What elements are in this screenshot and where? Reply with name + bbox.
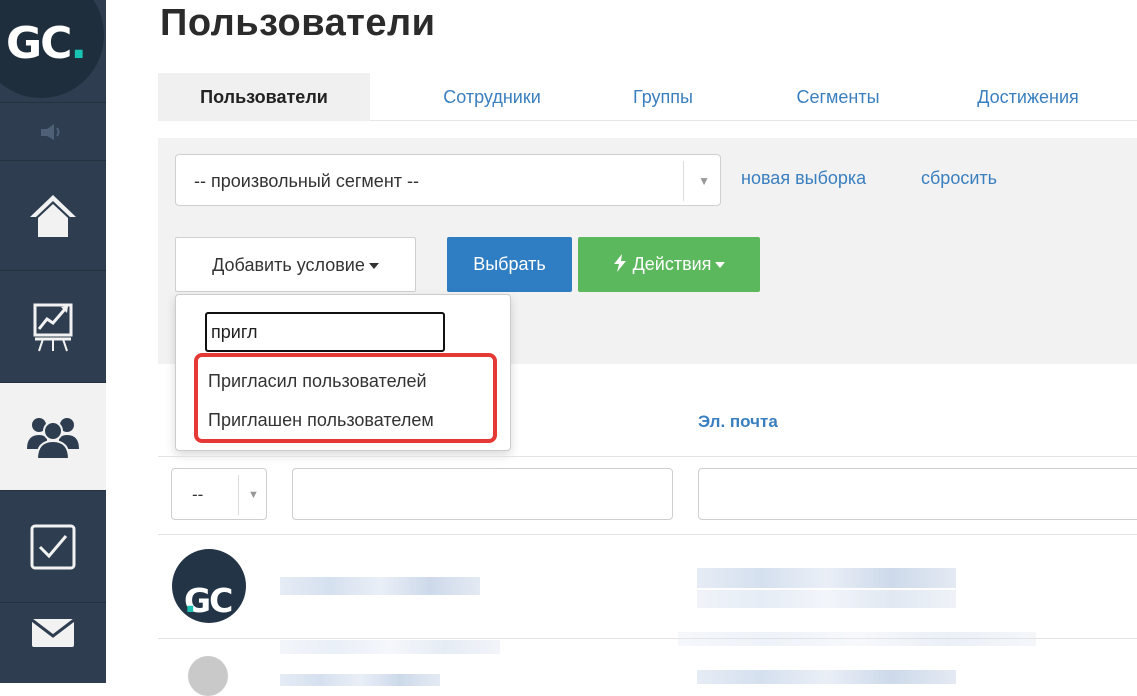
select-divider <box>238 475 239 515</box>
filter-select[interactable]: -- ▼ <box>171 468 267 520</box>
condition-search-input[interactable] <box>205 312 445 352</box>
option-invited-by-user[interactable]: Приглашен пользователем <box>208 410 434 431</box>
name-filter-input[interactable] <box>292 468 673 520</box>
caret-down-icon <box>715 262 726 269</box>
avatar: GC. <box>172 549 246 623</box>
segment-select[interactable]: -- произвольный сегмент -- ▼ <box>175 154 721 206</box>
checkbox-icon <box>30 524 76 569</box>
add-condition-button[interactable]: Добавить условие <box>175 237 416 292</box>
lightning-icon <box>613 254 626 272</box>
row-divider <box>158 534 1137 535</box>
stats-icon <box>33 303 73 351</box>
sidebar: GC. <box>0 0 106 683</box>
caret-down-icon <box>368 263 379 270</box>
blurred-text <box>280 640 500 654</box>
segment-select-value: -- произвольный сегмент -- <box>194 171 419 191</box>
page-title: Пользователи <box>160 2 436 44</box>
select-divider <box>683 161 684 201</box>
sidebar-item-users[interactable] <box>0 382 106 490</box>
tab-groups[interactable]: Группы <box>608 73 718 121</box>
actions-label: Действия <box>632 254 712 274</box>
chevron-down-icon: ▼ <box>698 174 710 188</box>
mail-icon <box>31 618 75 647</box>
avatar-placeholder <box>188 656 228 696</box>
select-button[interactable]: Выбрать <box>447 237 572 292</box>
sidebar-item-tasks[interactable] <box>0 490 106 602</box>
chevron-down-icon: ▼ <box>248 489 259 501</box>
sidebar-item-sound[interactable] <box>0 102 106 160</box>
filter-select-value: -- <box>192 485 204 504</box>
blurred-name <box>280 674 440 686</box>
option-invited-users[interactable]: Пригласил пользователей <box>208 371 427 392</box>
column-header-email[interactable]: Эл. почта <box>698 412 778 432</box>
blurred-email <box>697 670 956 684</box>
tabs: Пользователи Сотрудники Группы Сегменты … <box>158 73 1137 121</box>
logo-text: GC <box>6 18 72 69</box>
add-condition-label: Добавить условие <box>212 255 365 275</box>
blurred-email-line <box>697 590 956 608</box>
logo-dot: . <box>70 18 87 69</box>
tab-users[interactable]: Пользователи <box>158 73 370 121</box>
users-icon <box>27 417 79 459</box>
logo[interactable]: GC. <box>0 0 106 102</box>
sidebar-item-stats[interactable] <box>0 270 106 382</box>
header-divider <box>158 456 1137 457</box>
home-icon <box>30 194 76 237</box>
email-filter-input[interactable] <box>698 468 1137 520</box>
blurred-email <box>697 568 956 588</box>
tab-employees[interactable]: Сотрудники <box>408 73 576 121</box>
tab-segments[interactable]: Сегменты <box>768 73 908 121</box>
blurred-text <box>678 632 1036 646</box>
sidebar-item-home[interactable] <box>0 160 106 270</box>
sidebar-item-mail[interactable] <box>0 602 106 692</box>
avatar-dot: . <box>184 581 196 620</box>
reset-link[interactable]: сбросить <box>921 168 997 189</box>
tab-achievements[interactable]: Достижения <box>948 73 1108 121</box>
new-selection-link[interactable]: новая выборка <box>741 168 866 189</box>
sound-icon <box>41 123 60 140</box>
actions-button[interactable]: Действия <box>578 237 760 292</box>
blurred-name <box>280 577 480 595</box>
